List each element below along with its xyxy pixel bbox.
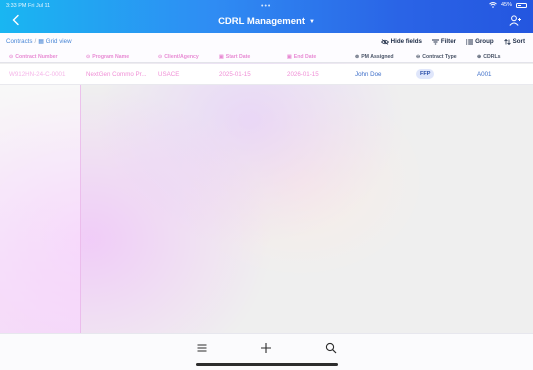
- column-header-start-date[interactable]: ▣ Start Date: [219, 54, 250, 60]
- cell-end-date[interactable]: 2026-01-15: [287, 71, 353, 78]
- grid-icon: ▦: [38, 38, 46, 45]
- filter-button[interactable]: Filter: [431, 38, 457, 45]
- frozen-column-area: [0, 85, 81, 333]
- cell-pm-assigned[interactable]: John Doe: [355, 71, 415, 78]
- app-header: 3:33 PM Fri Jul 11 ••• 45% CDRL Manageme…: [0, 0, 533, 33]
- battery-percent: 45%: [500, 2, 512, 8]
- cell-program-name[interactable]: NextGen Commo Pr...: [86, 71, 158, 78]
- empty-grid-area[interactable]: [81, 85, 533, 333]
- hide-fields-label: Hide fields: [390, 38, 422, 45]
- add-icon[interactable]: [260, 342, 272, 354]
- contract-type-badge[interactable]: FFP: [416, 69, 435, 79]
- column-header-cdrls[interactable]: ⊕ CDRLs: [477, 54, 501, 60]
- sort-label: Sort: [512, 38, 525, 45]
- chevron-down-icon: ▼: [308, 19, 315, 25]
- text-field-icon: ⊙: [158, 54, 163, 60]
- hide-fields-button[interactable]: Hide fields: [380, 38, 422, 45]
- multitask-dots[interactable]: •••: [261, 3, 271, 10]
- column-header-pm-assigned[interactable]: ⊚ PM Assigned: [355, 54, 394, 60]
- column-label: CDRLs: [483, 54, 501, 60]
- breadcrumb-grid-view[interactable]: Grid view: [46, 38, 72, 45]
- add-user-icon[interactable]: [509, 15, 521, 26]
- column-header-client-agency[interactable]: ⊙ Client/Agency: [158, 54, 199, 60]
- toolbar-actions: Hide fields Filter Group Sort: [380, 38, 525, 45]
- sort-button[interactable]: Sort: [503, 38, 525, 45]
- select-icon: ⊖: [416, 54, 421, 60]
- calendar-icon: ▣: [287, 54, 292, 60]
- column-label: Contract Type: [422, 54, 457, 60]
- column-header-program-name[interactable]: ⊙ Program Name: [86, 54, 129, 60]
- column-label: Program Name: [92, 54, 130, 60]
- menu-icon[interactable]: [196, 342, 208, 354]
- column-header-end-date[interactable]: ▣ End Date: [287, 54, 316, 60]
- filter-icon: [431, 39, 439, 44]
- status-indicators: 45%: [489, 2, 527, 8]
- cell-start-date[interactable]: 2025-01-15: [219, 71, 285, 78]
- cell-contract-number[interactable]: W912HN-24-C-0001: [9, 71, 81, 78]
- view-toolbar: Contracts / ▦ Grid view Hide fields Filter…: [0, 33, 533, 50]
- text-field-icon: ⊙: [86, 54, 91, 60]
- group-button[interactable]: Group: [466, 38, 494, 45]
- home-indicator[interactable]: [196, 363, 338, 366]
- page-title-text: CDRL Management: [218, 16, 305, 27]
- column-label: Contract Number: [15, 54, 58, 60]
- cell-cdrls[interactable]: A001: [477, 71, 527, 78]
- calendar-icon: ▣: [219, 54, 224, 60]
- breadcrumb-contracts[interactable]: Contracts: [6, 38, 32, 45]
- page-title[interactable]: CDRL Management ▼: [0, 16, 533, 27]
- breadcrumb-separator: /: [34, 38, 37, 45]
- sort-icon: [503, 38, 511, 45]
- column-header-contract-type[interactable]: ⊖ Contract Type: [416, 54, 457, 60]
- filter-label: Filter: [440, 38, 457, 45]
- eye-slash-icon: [380, 38, 389, 45]
- column-label: End Date: [293, 54, 317, 60]
- column-header-row: ⊙ Contract Number ⊙ Program Name ⊙ Client/A…: [0, 50, 533, 63]
- column-label: Client/Agency: [164, 54, 199, 60]
- breadcrumb: Contracts / ▦ Grid view: [6, 38, 72, 45]
- cell-client-agency[interactable]: USACE: [158, 71, 218, 78]
- status-time: 3:33 PM Fri Jul 11: [6, 3, 51, 9]
- text-field-icon: ⊙: [9, 54, 14, 60]
- group-label: Group: [475, 38, 494, 45]
- group-icon: [466, 39, 474, 44]
- person-icon: ⊚: [355, 54, 360, 60]
- link-icon: ⊕: [477, 54, 482, 60]
- wifi-icon: [489, 2, 497, 8]
- column-label: Start Date: [225, 54, 251, 60]
- table-row[interactable]: W912HN-24-C-0001 NextGen Commo Pr... USA…: [0, 64, 533, 85]
- column-header-contract-number[interactable]: ⊙ Contract Number: [9, 54, 58, 60]
- search-icon[interactable]: [325, 342, 337, 354]
- column-label: PM Assigned: [361, 54, 394, 60]
- battery-icon: [516, 2, 527, 8]
